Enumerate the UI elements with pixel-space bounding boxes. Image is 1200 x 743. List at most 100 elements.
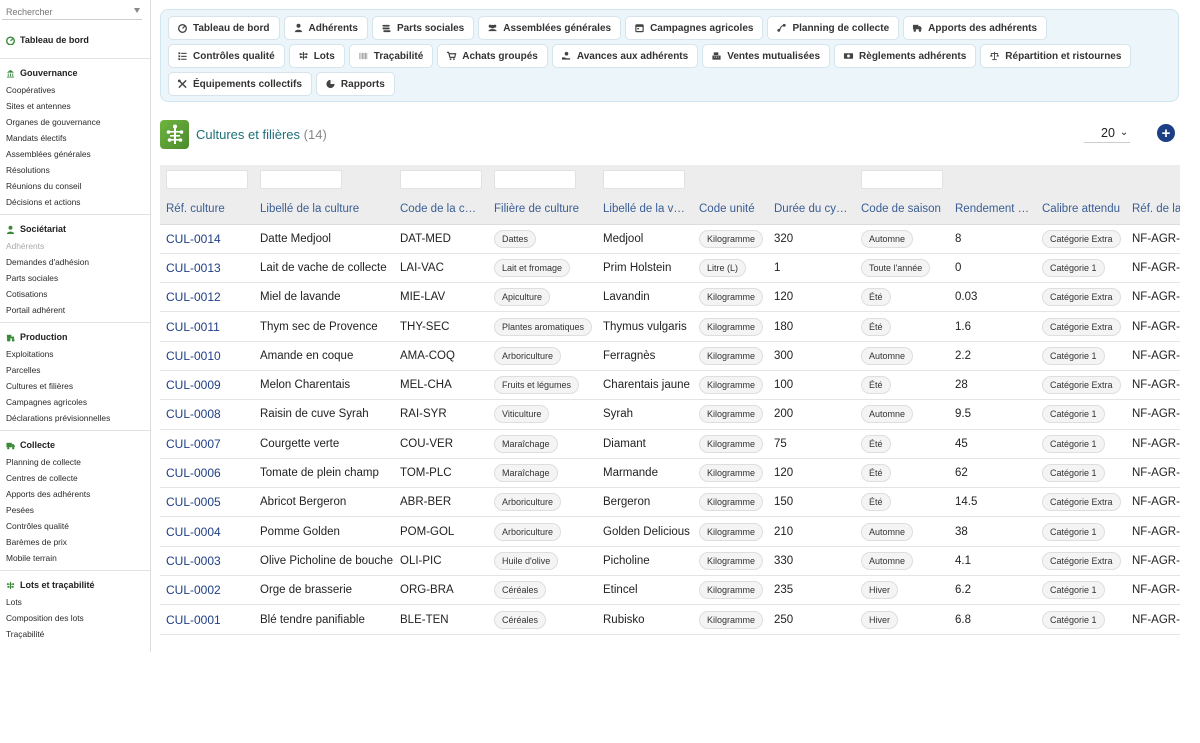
table-cell[interactable]: CUL-0001 xyxy=(160,604,254,635)
nav-button[interactable]: Adhérents xyxy=(283,16,368,40)
sidebar-item[interactable]: Mobile terrain xyxy=(6,550,150,566)
nav-button[interactable]: Avances aux adhérents xyxy=(551,44,699,68)
nav-button[interactable]: Planning de collecte xyxy=(767,16,900,40)
column-header[interactable]: Filière de culture xyxy=(488,194,597,225)
sidebar-item[interactable]: Résolutions xyxy=(6,162,150,178)
table-cell[interactable]: CUL-0003 xyxy=(160,546,254,577)
table-cell[interactable]: CUL-0014 xyxy=(160,224,254,254)
sidebar-item[interactable]: Portail adhérent xyxy=(6,302,150,318)
column-header[interactable]: Code de saison xyxy=(855,194,949,225)
search-input[interactable] xyxy=(2,3,122,21)
nav-button[interactable]: Ventes mutualisées xyxy=(702,44,831,68)
column-header[interactable]: Rendement moyen xyxy=(949,194,1036,225)
record-link[interactable]: CUL-0006 xyxy=(166,466,221,480)
nav-button[interactable]: Lots xyxy=(288,44,345,68)
sidebar-item[interactable]: Organes de gouvernance xyxy=(6,114,150,130)
column-filter-input[interactable] xyxy=(260,170,342,189)
table-row[interactable]: CUL-0012 Miel de lavande MIE-LAV Apiculture… xyxy=(160,282,1180,313)
table-row[interactable]: CUL-0001 Blé tendre panifiable BLE-TEN Céré… xyxy=(160,604,1180,635)
column-header[interactable]: Durée du cycle xyxy=(768,194,855,225)
nav-button[interactable]: Répartition et ristournes xyxy=(980,44,1132,68)
record-link[interactable]: CUL-0011 xyxy=(166,320,220,334)
sidebar-item[interactable]: Traçabilité xyxy=(6,626,150,642)
record-link[interactable]: CUL-0005 xyxy=(166,495,221,509)
table-row[interactable]: CUL-0005 Abricot Bergeron ABR-BER Arboricul… xyxy=(160,487,1180,518)
sidebar-item[interactable]: Parcelles xyxy=(6,362,150,378)
table-cell[interactable]: CUL-0007 xyxy=(160,429,254,459)
sidebar-item[interactable]: Assemblées générales xyxy=(6,146,150,162)
column-filter-input[interactable] xyxy=(400,170,482,189)
sidebar-item[interactable]: Apports des adhérents xyxy=(6,486,150,502)
sidebar-section-header[interactable]: Sociétariat xyxy=(6,223,150,235)
nav-button[interactable]: Achats groupés xyxy=(437,44,548,68)
table-row[interactable]: CUL-0007 Courgette verte COU-VER Maraîchage… xyxy=(160,429,1180,459)
sidebar-item[interactable]: Décisions et actions xyxy=(6,194,150,210)
table-row[interactable]: CUL-0009 Melon Charentais MEL-CHA Fruits et… xyxy=(160,370,1180,401)
column-header[interactable]: Code unité xyxy=(693,194,768,225)
sidebar-section-header[interactable]: Gouvernance xyxy=(6,67,150,79)
nav-button[interactable]: Assemblées générales xyxy=(478,16,622,40)
record-link[interactable]: CUL-0013 xyxy=(166,261,221,275)
sidebar-item[interactable]: Lots xyxy=(6,594,150,610)
record-link[interactable]: CUL-0001 xyxy=(166,613,221,627)
table-row[interactable]: CUL-0006 Tomate de plein champ TOM-PLC Mara… xyxy=(160,458,1180,489)
add-record-button[interactable]: + xyxy=(1157,124,1175,142)
sidebar-section-header[interactable]: Collecte xyxy=(6,439,150,451)
search-box[interactable] xyxy=(2,2,142,21)
table-cell[interactable]: CUL-0009 xyxy=(160,370,254,401)
sidebar-item[interactable]: Adhérents xyxy=(6,238,150,254)
table-cell[interactable]: CUL-0008 xyxy=(160,399,254,430)
sidebar-item[interactable]: Contrôles qualité xyxy=(6,518,150,534)
table-row[interactable]: CUL-0013 Lait de vache de collecte LAI-VAC… xyxy=(160,253,1180,284)
record-link[interactable]: CUL-0002 xyxy=(166,583,221,597)
table-row[interactable]: CUL-0003 Olive Picholine de bouche OLI-PIC… xyxy=(160,546,1180,577)
sidebar-item[interactable]: Barèmes de prix xyxy=(6,534,150,550)
table-cell[interactable]: CUL-0005 xyxy=(160,487,254,518)
sidebar-item[interactable]: Composition des lots xyxy=(6,610,150,626)
sidebar-item[interactable]: Planning de collecte xyxy=(6,454,150,470)
record-link[interactable]: CUL-0010 xyxy=(166,349,221,363)
nav-button[interactable]: Tableau de bord xyxy=(168,16,280,40)
nav-button[interactable]: Parts sociales xyxy=(371,16,475,40)
column-filter-input[interactable] xyxy=(494,170,576,189)
table-cell[interactable]: CUL-0010 xyxy=(160,341,254,371)
sidebar-item[interactable]: Sites et antennes xyxy=(6,98,150,114)
sidebar-item[interactable]: Pesées xyxy=(6,502,150,518)
chevron-down-icon[interactable] xyxy=(134,8,140,13)
table-cell[interactable]: CUL-0012 xyxy=(160,282,254,313)
column-filter-input[interactable] xyxy=(166,170,248,189)
sidebar-item[interactable]: Mandats électifs xyxy=(6,130,150,146)
sidebar-item[interactable]: Coopératives xyxy=(6,82,150,98)
sidebar-section-header[interactable]: Lots et traçabilité xyxy=(6,579,150,591)
nav-button[interactable]: Règlements adhérents xyxy=(834,44,977,68)
record-link[interactable]: CUL-0003 xyxy=(166,554,221,568)
record-link[interactable]: CUL-0009 xyxy=(166,378,221,392)
column-header[interactable]: Code de la culture xyxy=(394,194,488,225)
table-row[interactable]: CUL-0004 Pomme Golden POM-GOL Arboriculture… xyxy=(160,516,1180,547)
nav-button[interactable]: Rapports xyxy=(315,72,395,96)
table-cell[interactable]: CUL-0004 xyxy=(160,516,254,547)
per-page-select[interactable]: 20 ⌄ xyxy=(1084,123,1130,143)
sidebar-item[interactable]: Cultures et filières xyxy=(6,378,150,394)
sidebar-item[interactable]: Déclarations prévisionnelles xyxy=(6,410,150,426)
nav-button[interactable]: Contrôles qualité xyxy=(168,44,285,68)
record-link[interactable]: CUL-0008 xyxy=(166,407,221,421)
column-header[interactable]: Réf. de la norme xyxy=(1126,194,1180,225)
table-cell[interactable]: CUL-0013 xyxy=(160,253,254,284)
nav-button[interactable]: Traçabilité xyxy=(348,44,434,68)
table-cell[interactable]: CUL-0002 xyxy=(160,575,254,606)
table-row[interactable]: CUL-0002 Orge de brasserie ORG-BRA Céréales… xyxy=(160,575,1180,606)
column-header[interactable]: Libellé de la variété xyxy=(597,194,693,225)
table-row[interactable]: CUL-0008 Raisin de cuve Syrah RAI-SYR Vitic… xyxy=(160,399,1180,430)
table-row[interactable]: CUL-0010 Amande en coque AMA-COQ Arboricult… xyxy=(160,341,1180,371)
sidebar-item[interactable]: Exploitations xyxy=(6,346,150,362)
sidebar-item[interactable]: Demandes d'adhésion xyxy=(6,254,150,270)
record-link[interactable]: CUL-0004 xyxy=(166,525,221,539)
sidebar-item[interactable]: Parts sociales xyxy=(6,270,150,286)
column-header[interactable]: Réf. culture xyxy=(160,194,254,225)
column-filter-input[interactable] xyxy=(603,170,685,189)
sidebar-item[interactable]: Cotisations xyxy=(6,286,150,302)
table-row[interactable]: CUL-0011 Thym sec de Provence THY-SEC Plant… xyxy=(160,311,1180,342)
table-cell[interactable]: CUL-0011 xyxy=(160,311,254,342)
sidebar-item[interactable]: Campagnes agricoles xyxy=(6,394,150,410)
